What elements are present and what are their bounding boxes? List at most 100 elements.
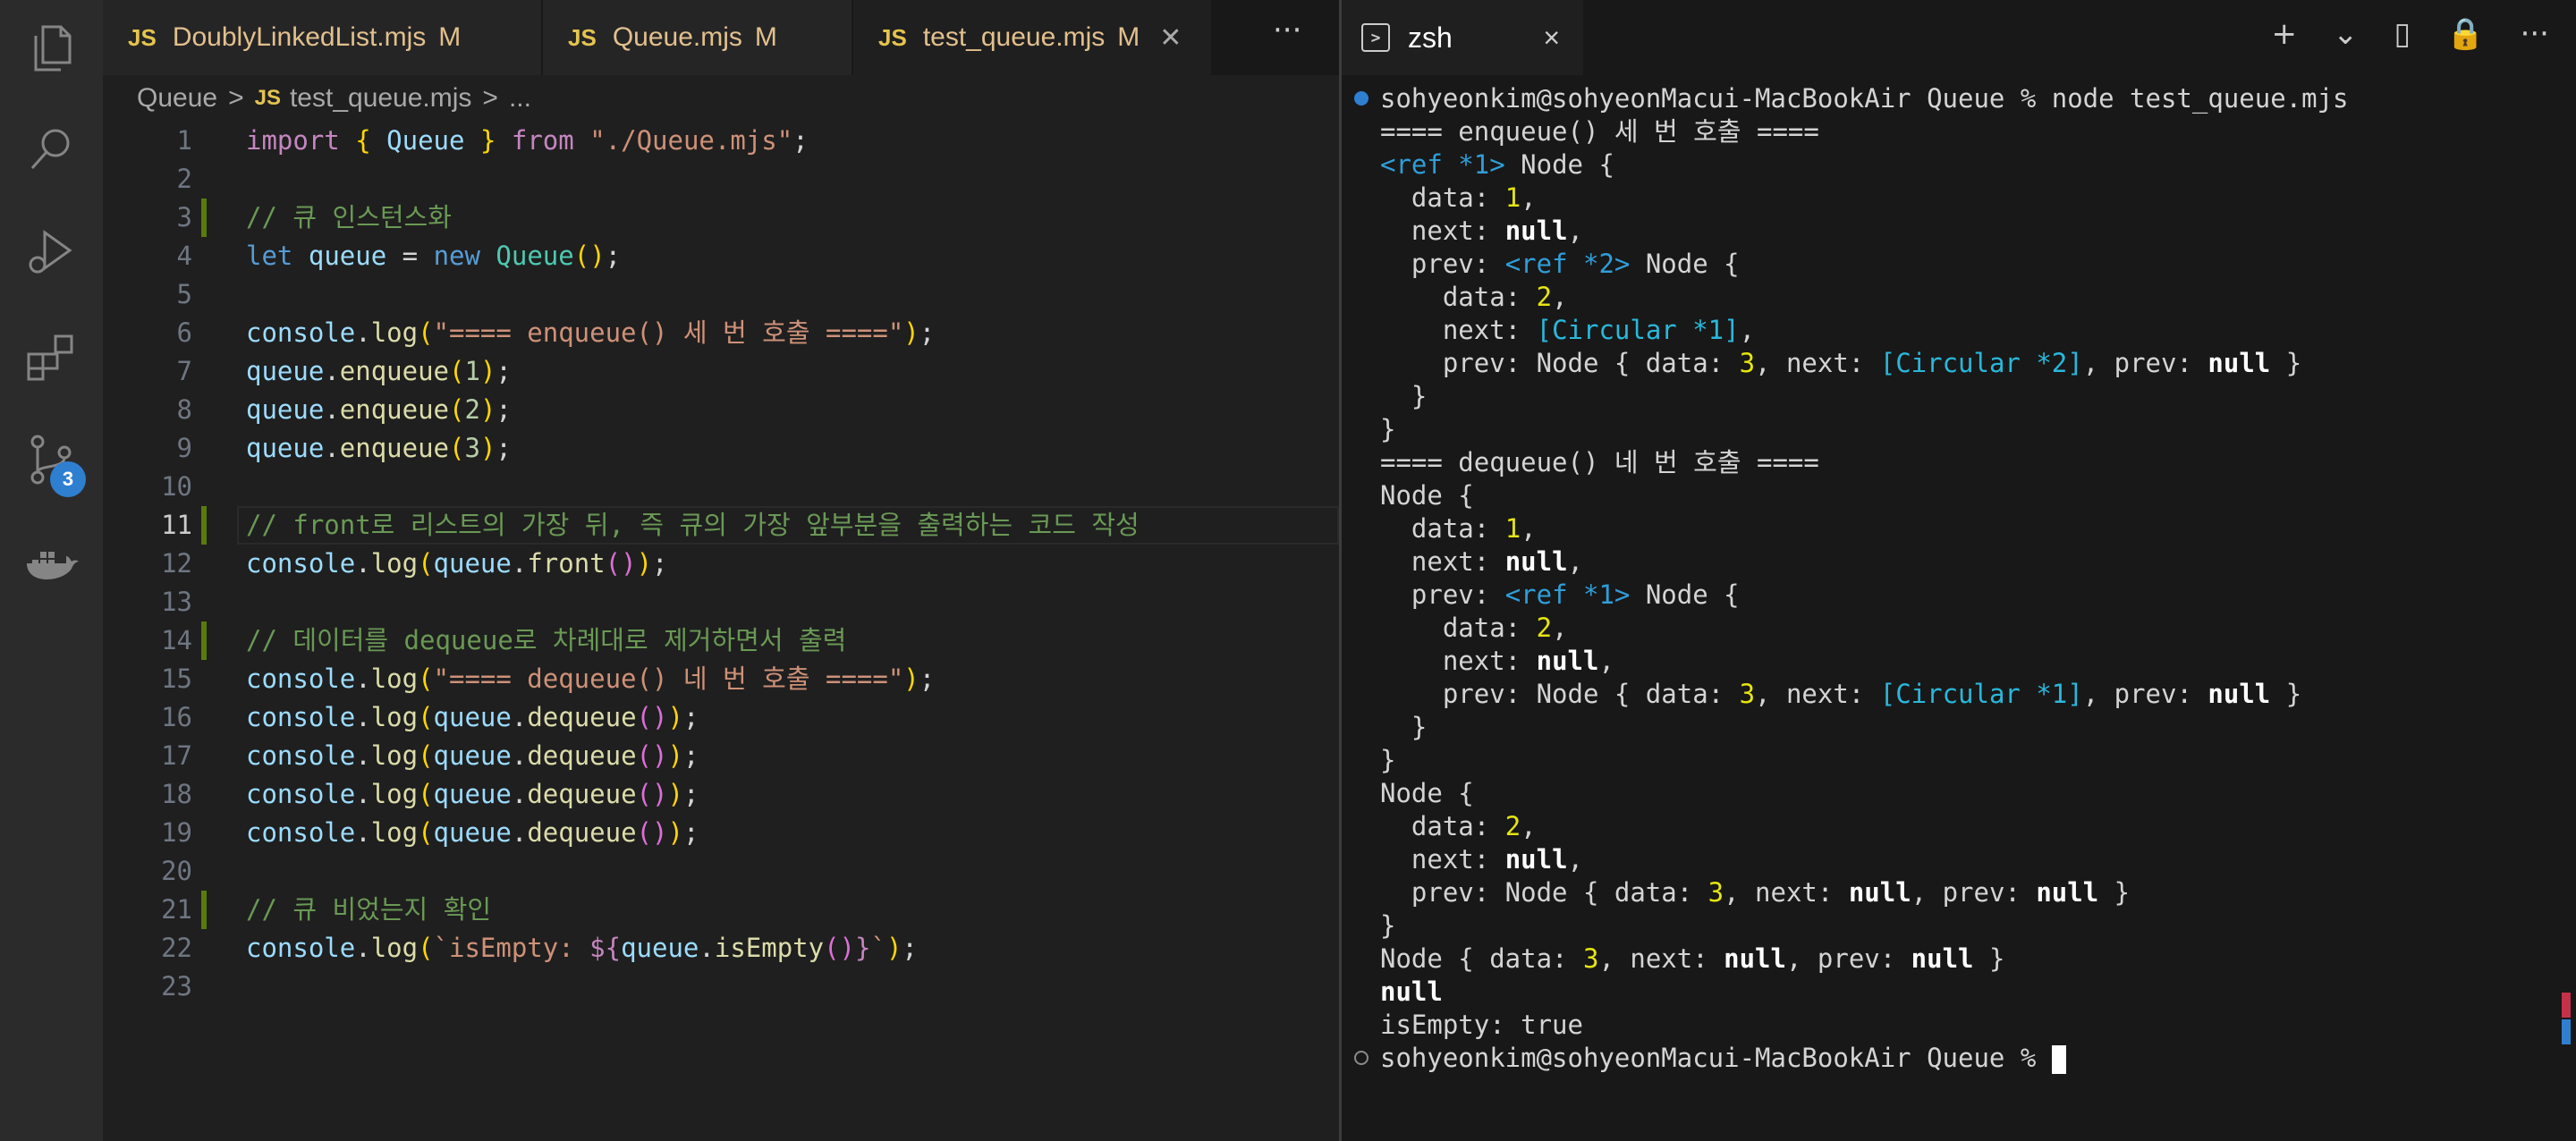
js-file-icon: JS: [254, 86, 281, 110]
code-token: log: [370, 317, 419, 348]
terminal-line: }: [1380, 744, 1395, 777]
terminal-token: data:: [1380, 282, 1537, 312]
code-line[interactable]: 23: [103, 968, 1339, 1006]
code-line[interactable]: 20: [103, 852, 1339, 891]
code-token: console: [246, 817, 356, 848]
code-token: .: [511, 702, 528, 732]
terminal-token: ,: [1521, 513, 1537, 544]
code-line[interactable]: 4 let queue = new Queue();: [103, 237, 1339, 275]
code-token: (): [636, 817, 668, 848]
command-success-dot[interactable]: [1354, 91, 1368, 106]
search-icon[interactable]: [23, 120, 80, 177]
code-line[interactable]: 10: [103, 468, 1339, 506]
code-token: .: [324, 394, 340, 425]
line-number: 9: [176, 433, 192, 463]
code-token: (: [418, 933, 434, 963]
line-number: 15: [161, 663, 192, 694]
lock-icon[interactable]: 🔒: [2446, 16, 2484, 52]
code-text: // 큐 인스턴스화: [246, 199, 452, 237]
code-line[interactable]: 1 import { Queue } from "./Queue.mjs";: [103, 122, 1339, 160]
terminal-token: }: [1380, 381, 1428, 411]
code-line[interactable]: 5: [103, 275, 1339, 314]
extensions-icon[interactable]: [23, 327, 80, 385]
new-terminal-icon[interactable]: +: [2272, 16, 2298, 52]
close-icon[interactable]: ×: [1543, 21, 1560, 55]
tab-queue[interactable]: JS Queue.mjs M: [543, 0, 852, 75]
code-line[interactable]: 11 // front로 리스트의 가장 뒤, 즉 큐의 가장 앞부분을 출력하는…: [103, 506, 1339, 545]
code-token: ;: [496, 394, 512, 425]
code-token: .: [355, 933, 371, 963]
tab-doublylinkedlist[interactable]: JS DoublyLinkedList.mjs M: [103, 0, 541, 75]
line-number: 8: [176, 394, 192, 425]
terminal-tab-label: zsh: [1408, 21, 1453, 54]
code-line[interactable]: 13: [103, 583, 1339, 621]
terminal-line: ==== enqueue() 세 번 호출 ====: [1380, 115, 1819, 148]
breadcrumb-symbol[interactable]: ...: [509, 83, 531, 114]
code-line[interactable]: 6 console.log("==== enqueue() 세 번 호출 ====…: [103, 314, 1339, 352]
code-line[interactable]: 16 console.log(queue.dequeue());: [103, 698, 1339, 737]
tab-test-queue[interactable]: JS test_queue.mjs M ✕: [853, 0, 1211, 75]
code-line[interactable]: 18 console.log(queue.dequeue());: [103, 775, 1339, 814]
docker-icon[interactable]: [23, 538, 80, 596]
code-token: dequeue: [527, 702, 637, 732]
code-line[interactable]: 15 console.log("==== dequeue() 네 번 호출 ===…: [103, 660, 1339, 698]
terminal-line: data: 2,: [1380, 612, 1568, 645]
code-token: import: [246, 125, 340, 156]
chevron-down-icon[interactable]: ⌄: [2333, 16, 2359, 52]
terminal-line: next: null,: [1380, 843, 1583, 876]
terminal-token: }: [2098, 877, 2131, 908]
run-debug-icon[interactable]: [23, 224, 80, 281]
code-token: enqueue: [339, 356, 449, 386]
code-token: // 큐 인스턴스화: [246, 202, 452, 232]
command-pending-dot[interactable]: [1354, 1051, 1368, 1065]
split-terminal-icon[interactable]: ▯: [2394, 16, 2411, 52]
code-line[interactable]: 8 queue.enqueue(2);: [103, 391, 1339, 429]
code-line[interactable]: 9 queue.enqueue(3);: [103, 429, 1339, 468]
breadcrumb-folder[interactable]: Queue: [137, 83, 217, 114]
terminal-token: ,: [1521, 182, 1537, 213]
line-number: 2: [176, 164, 192, 194]
line-number: 3: [176, 202, 192, 232]
more-actions-icon[interactable]: ···: [1273, 13, 1301, 48]
code-line[interactable]: 17 console.log(queue.dequeue());: [103, 737, 1339, 775]
terminal-token: , prev:: [1785, 943, 1911, 974]
terminal-line: next: [Circular *1],: [1380, 314, 1755, 347]
code-token: ;: [682, 702, 699, 732]
terminal-token: data:: [1380, 811, 1505, 841]
code-line[interactable]: 19 console.log(queue.dequeue());: [103, 814, 1339, 852]
terminal-tab[interactable]: > zsh ×: [1342, 0, 1583, 75]
code-line[interactable]: 21 // 큐 비었는지 확인: [103, 891, 1339, 929]
code-token: // 큐 비었는지 확인: [246, 894, 492, 925]
terminal-token: , next:: [1755, 679, 1880, 709]
modified-gutter-marker: [201, 506, 207, 545]
terminal-line: sohyeonkim@sohyeonMacui-MacBookAir Queue…: [1380, 1042, 2066, 1075]
code-line[interactable]: 14 // 데이터를 dequeue로 차례대로 제거하면서 출력: [103, 621, 1339, 660]
line-number: 5: [176, 279, 192, 309]
code-token: }: [479, 125, 496, 156]
code-token: new: [433, 241, 480, 271]
terminal-token: data:: [1380, 613, 1537, 643]
code-line[interactable]: 2: [103, 160, 1339, 199]
code-token: (: [418, 817, 434, 848]
breadcrumb-file[interactable]: test_queue.mjs: [290, 83, 471, 114]
code-token: console: [246, 740, 356, 771]
scrollbar-marker: [2562, 993, 2571, 1018]
code-token: queue: [433, 817, 512, 848]
code-line[interactable]: 7 queue.enqueue(1);: [103, 352, 1339, 391]
code-token: .: [355, 817, 371, 848]
code-token: ): [667, 779, 683, 809]
terminal-token: }: [1973, 943, 2005, 974]
terminal-token: data:: [1380, 182, 1505, 213]
code-token: isEmpty: [714, 933, 825, 963]
terminal-line: prev: <ref *2> Node {: [1380, 248, 1740, 281]
terminal-token: ,: [1567, 216, 1583, 246]
more-actions-icon[interactable]: ···: [2521, 16, 2549, 52]
code-line[interactable]: 22 console.log(`isEmpty: ${queue.isEmpty(…: [103, 929, 1339, 968]
terminal-token: , next:: [1598, 943, 1724, 974]
terminal-line: data: 1,: [1380, 182, 1537, 215]
code-line[interactable]: 3 // 큐 인스턴스화: [103, 199, 1339, 237]
code-line[interactable]: 12 console.log(queue.front());: [103, 545, 1339, 583]
terminal-line: }: [1380, 413, 1395, 446]
files-icon[interactable]: [23, 20, 80, 77]
close-icon[interactable]: ✕: [1159, 22, 1182, 54]
